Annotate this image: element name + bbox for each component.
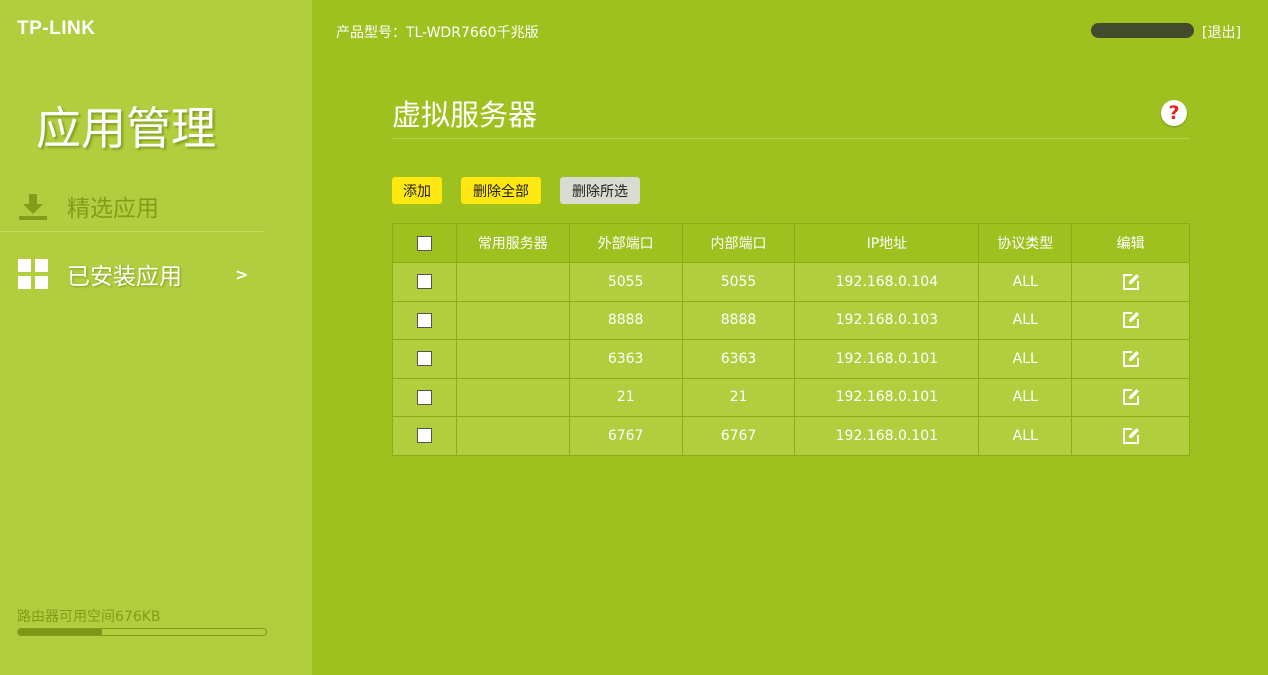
product-model: 产品型号：TL-WDR7660千兆版	[336, 25, 539, 41]
internal-port-cell: 5055	[681, 262, 796, 302]
logout-link[interactable]: [退出]	[1202, 22, 1241, 42]
header-common-server: 常用服务器	[455, 223, 570, 263]
sidebar-item-label: 精选应用	[67, 195, 159, 222]
sidebar-item-label: 已安装应用	[67, 264, 182, 290]
sidebar-title: 应用管理	[36, 102, 217, 155]
tp-link-logo: TP-LINK	[17, 18, 96, 39]
external-port-cell: 6363	[568, 339, 683, 379]
protocol-cell: ALL	[978, 300, 1073, 340]
header-edit: 编辑	[1071, 223, 1190, 263]
title-divider	[392, 138, 1190, 139]
table-row: 21 21 192.168.0.101 ALL	[392, 377, 1190, 417]
delete-all-button[interactable]: 删除全部	[461, 177, 541, 204]
row-select-cell	[392, 339, 457, 379]
protocol-cell: ALL	[978, 339, 1073, 379]
edit-cell	[1071, 300, 1190, 340]
protocol-cell: ALL	[978, 416, 1073, 456]
storage-progress-fill	[18, 629, 103, 635]
row-select-cell	[392, 300, 457, 340]
common-server-cell	[455, 416, 570, 456]
internal-port-cell: 6767	[681, 416, 796, 456]
common-server-cell	[455, 339, 570, 379]
ip-address-cell: 192.168.0.101	[794, 339, 980, 379]
edit-cell	[1071, 377, 1190, 417]
common-server-cell	[455, 377, 570, 417]
edit-icon[interactable]	[1121, 387, 1141, 407]
download-icon	[19, 193, 47, 220]
common-server-cell	[455, 262, 570, 302]
ip-address-cell: 192.168.0.101	[794, 377, 980, 417]
header-internal-port: 内部端口	[681, 223, 796, 263]
ip-address-cell: 192.168.0.104	[794, 262, 980, 302]
ip-address-cell: 192.168.0.103	[794, 300, 980, 340]
table-row: 6767 6767 192.168.0.101 ALL	[392, 416, 1190, 456]
row-select-cell	[392, 262, 457, 302]
external-port-cell: 5055	[568, 262, 683, 302]
internal-port-cell: 6363	[681, 339, 796, 379]
external-port-cell: 8888	[568, 300, 683, 340]
sidebar: TP-LINK 应用管理 精选应用 已安装应用 > 路由器可用空间676KB	[0, 0, 312, 675]
row-checkbox[interactable]	[416, 428, 432, 444]
delete-selected-button[interactable]: 删除所选	[560, 177, 640, 204]
edit-cell	[1071, 262, 1190, 302]
storage-progress-bar	[17, 628, 267, 636]
chevron-right-icon: >	[235, 264, 249, 284]
select-all-checkbox[interactable]	[416, 235, 432, 251]
edit-icon[interactable]	[1121, 426, 1141, 446]
header-select-all	[392, 223, 457, 263]
internal-port-cell: 8888	[681, 300, 796, 340]
common-server-cell	[455, 300, 570, 340]
virtual-server-table: 常用服务器 外部端口 内部端口 IP地址 协议类型 编辑 5055 5055 1…	[392, 223, 1190, 456]
protocol-cell: ALL	[978, 262, 1073, 302]
row-select-cell	[392, 377, 457, 417]
edit-icon[interactable]	[1121, 272, 1141, 292]
internal-port-cell: 21	[681, 377, 796, 417]
sidebar-item-installed-apps[interactable]: 已安装应用 >	[0, 248, 264, 300]
row-checkbox[interactable]	[416, 351, 432, 367]
user-name-pill	[1091, 23, 1194, 38]
external-port-cell: 6767	[568, 416, 683, 456]
row-select-cell	[392, 416, 457, 456]
table-row: 8888 8888 192.168.0.103 ALL	[392, 300, 1190, 340]
header-ip-address: IP地址	[794, 223, 980, 263]
edit-cell	[1071, 339, 1190, 379]
page-title: 虚拟服务器	[392, 98, 538, 132]
edit-cell	[1071, 416, 1190, 456]
edit-icon[interactable]	[1121, 310, 1141, 330]
storage-label: 路由器可用空间676KB	[17, 609, 161, 625]
sidebar-item-featured-apps[interactable]: 精选应用	[0, 180, 264, 232]
ip-address-cell: 192.168.0.101	[794, 416, 980, 456]
header-external-port: 外部端口	[568, 223, 683, 263]
edit-icon[interactable]	[1121, 349, 1141, 369]
table-row: 6363 6363 192.168.0.101 ALL	[392, 339, 1190, 379]
protocol-cell: ALL	[978, 377, 1073, 417]
table-row: 5055 5055 192.168.0.104 ALL	[392, 262, 1190, 302]
header-protocol: 协议类型	[978, 223, 1073, 263]
help-icon[interactable]: ?	[1161, 100, 1187, 126]
row-checkbox[interactable]	[416, 312, 432, 328]
row-checkbox[interactable]	[416, 274, 432, 290]
external-port-cell: 21	[568, 377, 683, 417]
table-header-row: 常用服务器 外部端口 内部端口 IP地址 协议类型 编辑	[392, 223, 1190, 263]
add-button[interactable]: 添加	[392, 177, 442, 204]
row-checkbox[interactable]	[416, 389, 432, 405]
grid-icon	[18, 259, 48, 289]
